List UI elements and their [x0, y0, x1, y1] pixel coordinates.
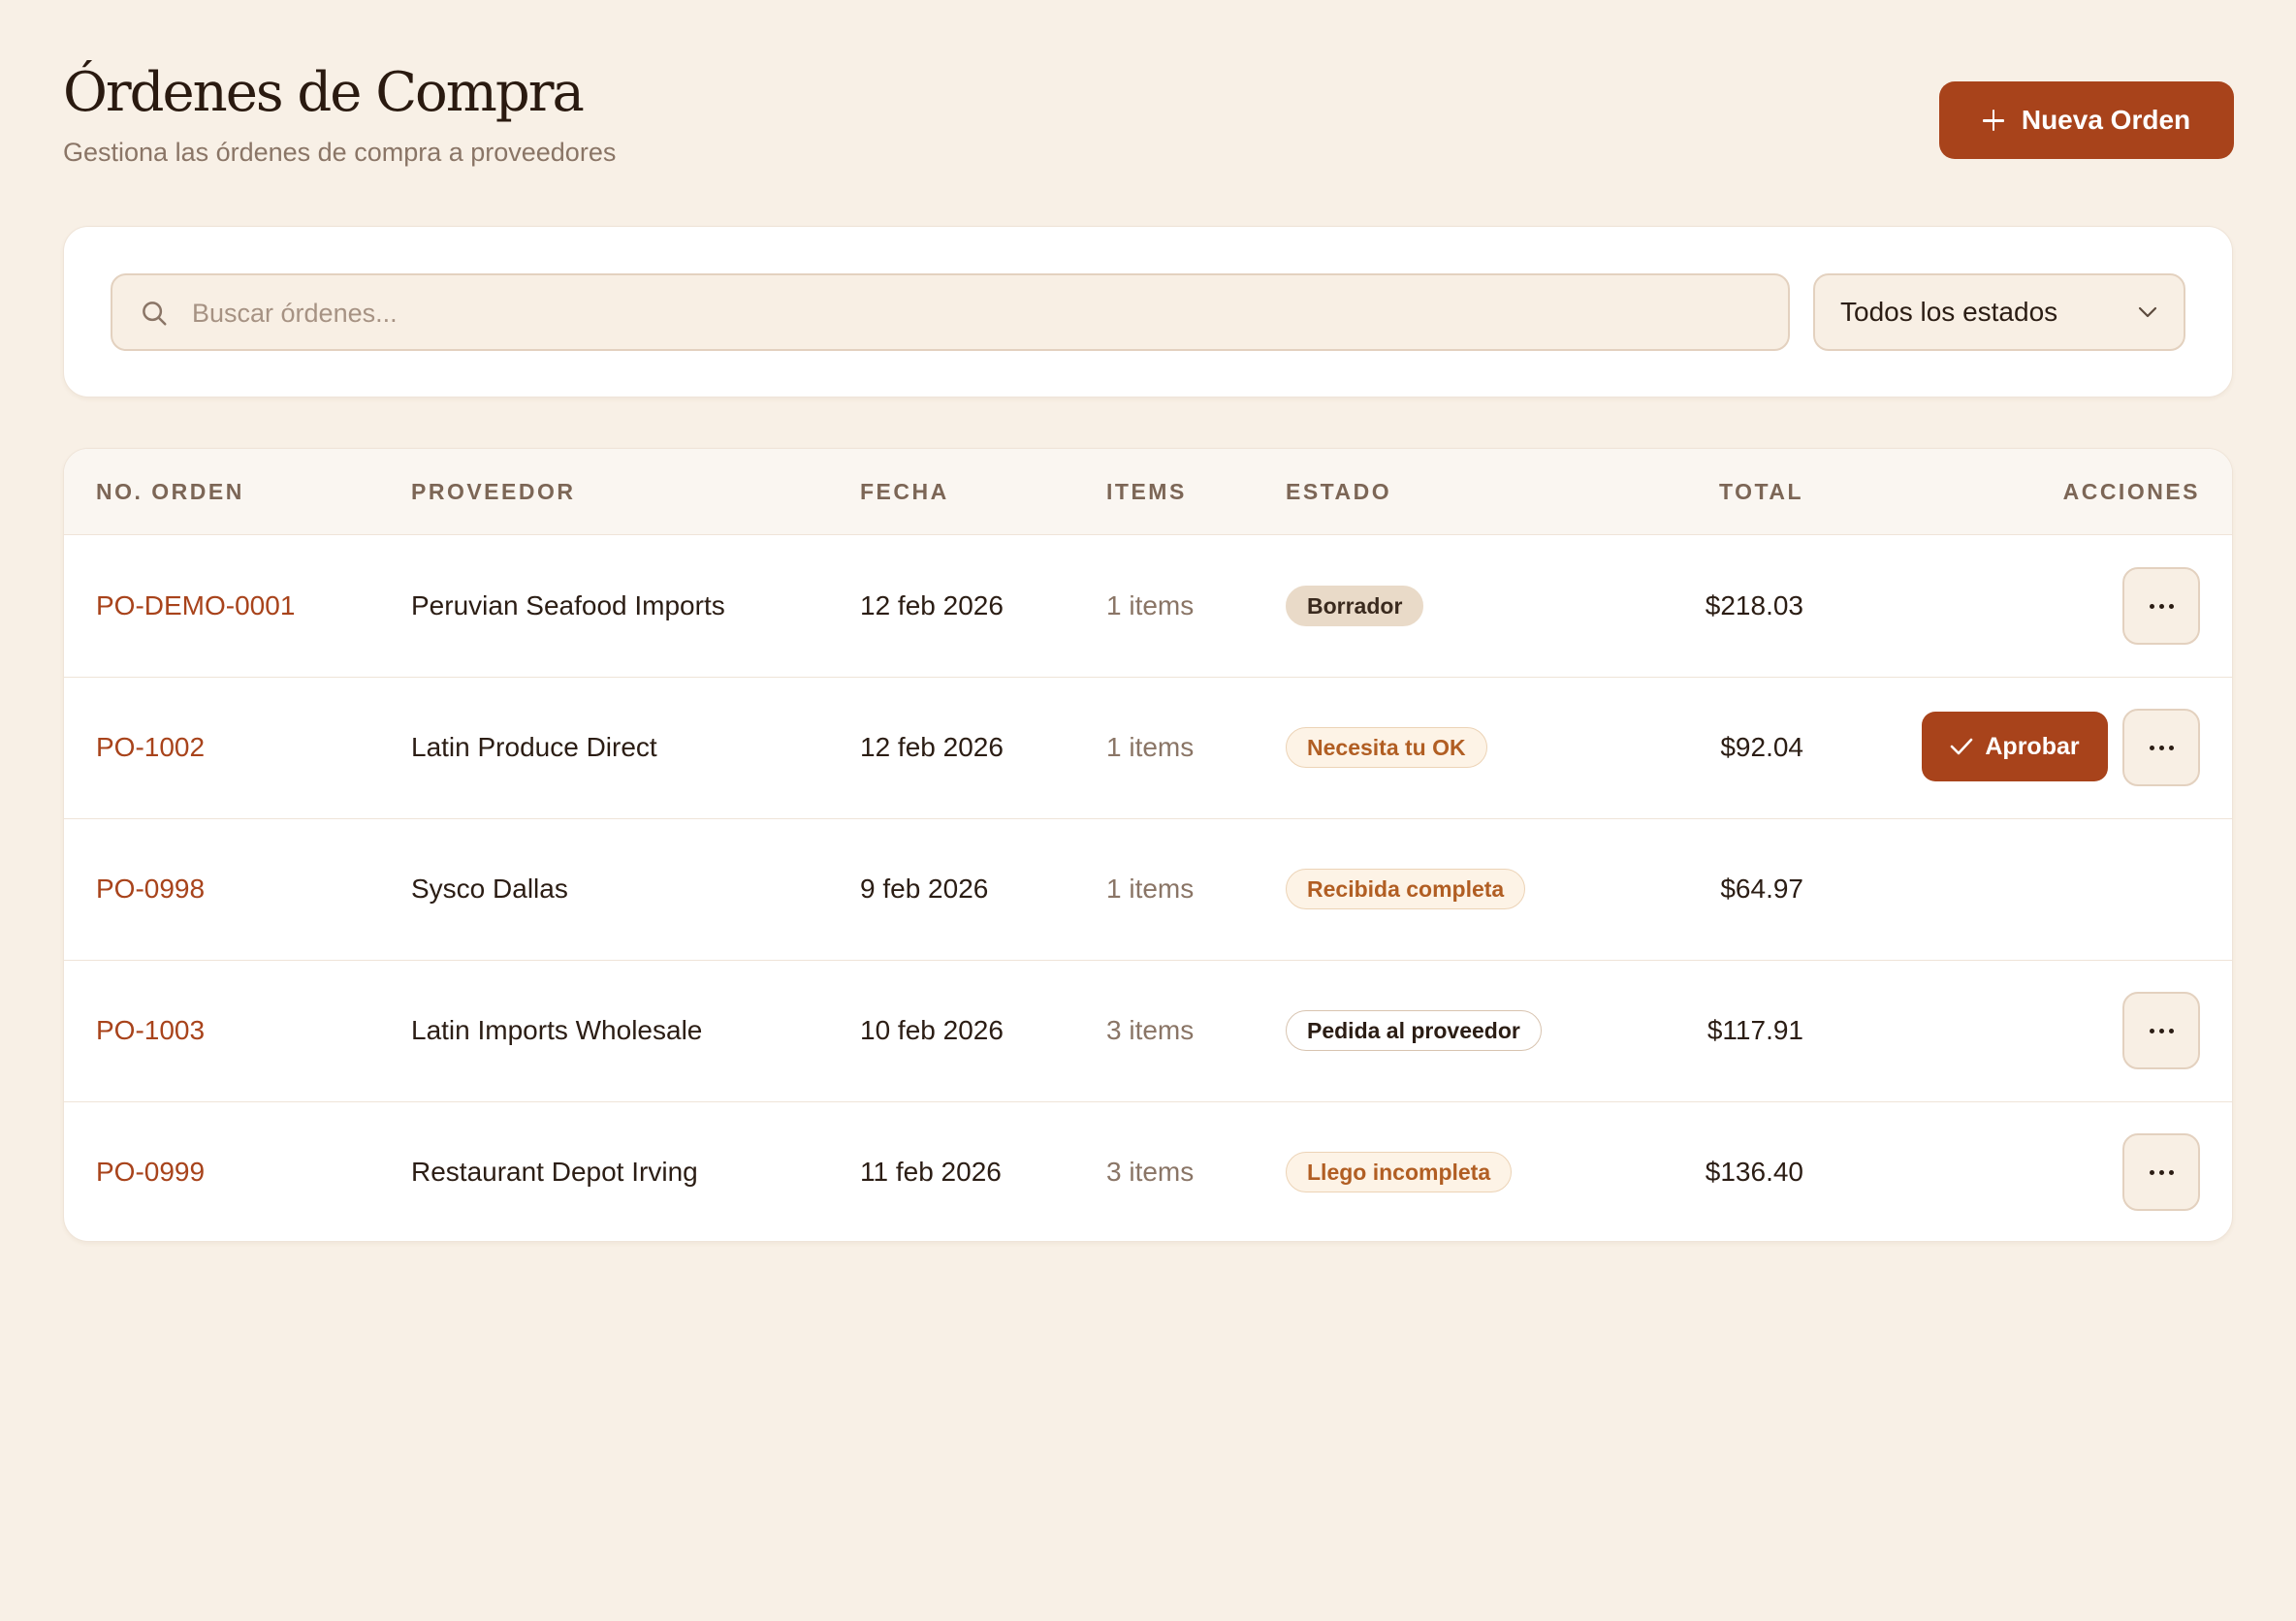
order-number-link[interactable]: PO-0999 [96, 1101, 205, 1241]
column-header-actions: ACCIONES [2062, 479, 2200, 504]
table-row: PO-0999 Restaurant Depot Irving 11 feb 2… [64, 1101, 2232, 1241]
items-count: 1 items [1106, 590, 1195, 620]
order-total: $64.97 [1720, 874, 1803, 904]
page-subtitle: Gestiona las órdenes de compra a proveed… [63, 138, 617, 167]
items-count: 1 items [1106, 874, 1195, 904]
column-header-status: ESTADO [1286, 479, 1392, 504]
table-row: PO-1003 Latin Imports Wholesale 10 feb 2… [64, 960, 2232, 1102]
new-order-button[interactable]: Nueva Orden [1939, 81, 2234, 159]
more-horizontal-icon [2149, 1028, 2174, 1033]
filter-bar: Todos los estados [63, 226, 2233, 397]
order-number-link[interactable]: PO-DEMO-0001 [96, 535, 295, 677]
status-badge: Necesita tu OK [1286, 727, 1487, 768]
order-total: $117.91 [1706, 1015, 1803, 1045]
supplier-name: Latin Produce Direct [411, 732, 657, 762]
order-date: 12 feb 2026 [860, 590, 1004, 620]
column-header-items: ITEMS [1106, 479, 1187, 504]
search-icon [143, 302, 167, 326]
items-count: 3 items [1106, 1015, 1195, 1045]
table-header: NO. ORDEN PROVEEDOR FECHA ITEMS ESTADO T… [64, 449, 2232, 535]
orders-table: NO. ORDEN PROVEEDOR FECHA ITEMS ESTADO T… [63, 448, 2233, 1242]
status-badge: Pedida al proveedor [1286, 1010, 1542, 1051]
column-header-supplier: PROVEEDOR [411, 479, 576, 504]
plus-icon [1982, 110, 2004, 131]
order-total: $218.03 [1705, 590, 1803, 620]
status-filter-value: Todos los estados [1840, 297, 2058, 327]
order-total: $136.40 [1705, 1157, 1803, 1187]
more-actions-button[interactable] [2122, 992, 2200, 1069]
order-date: 12 feb 2026 [860, 732, 1004, 762]
order-date: 9 feb 2026 [860, 874, 989, 904]
more-actions-button[interactable] [2122, 1133, 2200, 1211]
page-title: Órdenes de Compra [63, 61, 585, 124]
supplier-name: Sysco Dallas [411, 874, 568, 904]
order-number-link[interactable]: PO-1002 [96, 677, 205, 818]
column-header-total: TOTAL [1718, 479, 1803, 504]
order-total: $92.04 [1720, 732, 1803, 762]
search-box[interactable] [111, 273, 1790, 351]
items-count: 3 items [1106, 1157, 1195, 1187]
approve-button[interactable]: Aprobar [1922, 712, 2108, 781]
supplier-name: Latin Imports Wholesale [411, 1015, 703, 1045]
column-header-date: FECHA [860, 479, 949, 504]
table-row: PO-1002 Latin Produce Direct 12 feb 2026… [64, 677, 2232, 819]
table-row: PO-DEMO-0001 Peruvian Seafood Imports 12… [64, 535, 2232, 678]
status-filter-select[interactable]: Todos los estados [1813, 273, 2185, 351]
chevron-down-icon [2138, 306, 2157, 318]
order-date: 11 feb 2026 [860, 1157, 1002, 1187]
column-header-order: NO. ORDEN [96, 479, 244, 504]
status-badge: Borrador [1286, 586, 1424, 626]
more-actions-button[interactable] [2122, 709, 2200, 786]
more-actions-button[interactable] [2122, 567, 2200, 645]
check-icon [1951, 738, 1973, 755]
new-order-button-label: Nueva Orden [2021, 105, 2191, 135]
table-row: PO-0998 Sysco Dallas 9 feb 2026 1 items … [64, 818, 2232, 961]
supplier-name: Restaurant Depot Irving [411, 1157, 698, 1187]
status-badge: Recibida completa [1286, 869, 1526, 909]
order-date: 10 feb 2026 [860, 1015, 1004, 1045]
more-horizontal-icon [2149, 745, 2174, 750]
more-horizontal-icon [2149, 603, 2174, 609]
order-number-link[interactable]: PO-1003 [96, 960, 205, 1101]
page-header: Órdenes de Compra Gestiona las órdenes d… [63, 58, 616, 169]
search-input[interactable] [190, 275, 1765, 351]
approve-button-label: Aprobar [1985, 732, 2080, 760]
items-count: 1 items [1106, 732, 1195, 762]
order-number-link[interactable]: PO-0998 [96, 818, 205, 960]
supplier-name: Peruvian Seafood Imports [411, 590, 725, 620]
more-horizontal-icon [2149, 1169, 2174, 1175]
status-badge: Llego incompleta [1286, 1152, 1513, 1192]
